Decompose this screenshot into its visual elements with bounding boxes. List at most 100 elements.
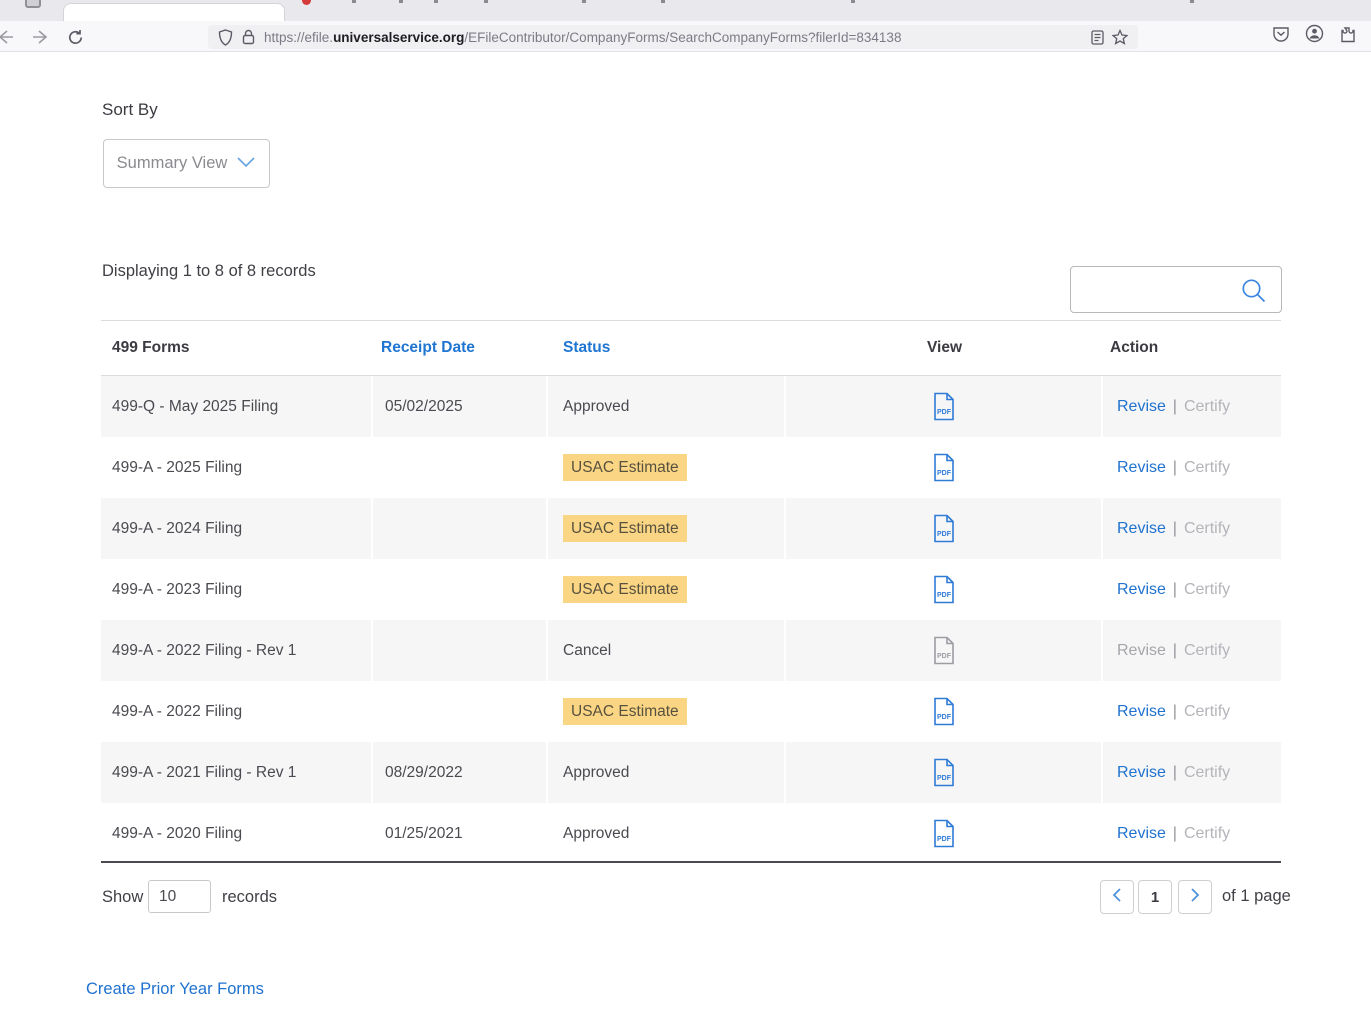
back-icon[interactable] xyxy=(0,24,18,50)
svg-text:PDF: PDF xyxy=(937,470,952,477)
view-cell: PDF xyxy=(786,559,1103,620)
table-row: 499-A - 2025 Filing USAC Estimate PDF Re… xyxy=(101,437,1281,498)
action-cell: Revise | Certify xyxy=(1103,498,1281,559)
toolbar-right-icons xyxy=(1272,24,1357,48)
table-row: 499-A - 2022 Filing - Rev 1 Cancel PDF R… xyxy=(101,620,1281,681)
pdf-icon[interactable]: PDF xyxy=(932,819,956,848)
tab-title-fragment xyxy=(434,0,438,3)
create-prior-year-forms-link[interactable]: Create Prior Year Forms xyxy=(86,980,264,999)
previous-page-button[interactable] xyxy=(1100,880,1134,914)
records-summary: Displaying 1 to 8 of 8 records xyxy=(102,262,316,281)
revise-link[interactable]: Revise xyxy=(1117,703,1166,721)
status-value: Cancel xyxy=(563,641,611,661)
account-icon[interactable] xyxy=(1305,24,1324,48)
window-control-icon[interactable] xyxy=(25,0,41,8)
url-bar[interactable]: https://efile.universalservice.org/EFile… xyxy=(208,25,1138,49)
status-cell: Approved xyxy=(548,803,786,864)
search-input[interactable] xyxy=(1079,271,1239,308)
column-header-action: Action xyxy=(1103,321,1281,375)
tab-strip xyxy=(0,0,1371,21)
action-separator: | xyxy=(1173,764,1177,782)
show-label: Show xyxy=(102,888,143,907)
sort-view-dropdown[interactable]: Summary View xyxy=(103,139,270,188)
pdf-icon[interactable]: PDF xyxy=(932,697,956,726)
svg-text:PDF: PDF xyxy=(937,653,952,660)
revise-link[interactable]: Revise xyxy=(1117,764,1166,782)
revise-link[interactable]: Revise xyxy=(1117,825,1166,843)
status-value: Approved xyxy=(563,824,629,844)
revise-link[interactable]: Revise xyxy=(1117,581,1166,599)
forward-icon[interactable] xyxy=(28,24,54,50)
reader-mode-icon[interactable] xyxy=(1091,30,1104,45)
table-search xyxy=(1070,266,1282,313)
certify-link[interactable]: Certify xyxy=(1184,825,1230,843)
form-name: 499-A - 2025 Filing xyxy=(101,437,373,498)
action-cell: Revise | Certify xyxy=(1103,376,1281,437)
sort-selected-value: Summary View xyxy=(117,154,228,173)
form-name: 499-A - 2023 Filing xyxy=(101,559,373,620)
receipt-date xyxy=(373,437,548,498)
revise-link[interactable]: Revise xyxy=(1117,398,1166,416)
status-cell: Cancel xyxy=(548,620,786,681)
action-separator: | xyxy=(1173,581,1177,599)
table-row: 499-A - 2023 Filing USAC Estimate PDF Re… xyxy=(101,559,1281,620)
search-icon[interactable] xyxy=(1240,277,1267,309)
pdf-icon[interactable]: PDF xyxy=(932,636,956,665)
certify-link[interactable]: Certify xyxy=(1184,703,1230,721)
revise-link[interactable]: Revise xyxy=(1117,642,1166,660)
certify-link[interactable]: Certify xyxy=(1184,764,1230,782)
browser-toolbar: https://efile.universalservice.org/EFile… xyxy=(0,21,1371,52)
tab-title-fragment xyxy=(582,0,586,3)
svg-text:PDF: PDF xyxy=(937,714,952,721)
certify-link[interactable]: Certify xyxy=(1184,459,1230,477)
pdf-icon[interactable]: PDF xyxy=(932,758,956,787)
certify-link[interactable]: Certify xyxy=(1184,520,1230,538)
view-cell: PDF xyxy=(786,437,1103,498)
current-page-number: 1 xyxy=(1151,889,1159,906)
status-cell: Approved xyxy=(548,376,786,437)
lock-icon[interactable] xyxy=(242,29,255,45)
receipt-date: 08/29/2022 xyxy=(373,742,548,803)
svg-text:PDF: PDF xyxy=(937,409,952,416)
certify-link[interactable]: Certify xyxy=(1184,581,1230,599)
receipt-date: 01/25/2021 xyxy=(373,803,548,864)
revise-link[interactable]: Revise xyxy=(1117,459,1166,477)
svg-text:PDF: PDF xyxy=(937,531,952,538)
view-cell: PDF xyxy=(786,376,1103,437)
action-separator: | xyxy=(1173,825,1177,843)
pdf-icon[interactable]: PDF xyxy=(932,453,956,482)
receipt-date: 05/02/2025 xyxy=(373,376,548,437)
view-cell: PDF xyxy=(786,803,1103,864)
active-tab[interactable] xyxy=(63,3,285,21)
column-header-status[interactable]: Status xyxy=(548,321,786,375)
bookmark-star-icon[interactable] xyxy=(1112,29,1128,45)
form-name: 499-A - 2024 Filing xyxy=(101,498,373,559)
status-value: USAC Estimate xyxy=(563,698,687,726)
view-cell: PDF xyxy=(786,620,1103,681)
pdf-icon[interactable]: PDF xyxy=(932,514,956,543)
status-cell: USAC Estimate xyxy=(548,681,786,742)
reload-icon[interactable] xyxy=(62,24,88,50)
action-separator: | xyxy=(1173,398,1177,416)
pocket-icon[interactable] xyxy=(1272,25,1290,48)
page-size-input[interactable] xyxy=(148,880,211,913)
sort-by-label: Sort By xyxy=(102,100,158,120)
pdf-icon[interactable]: PDF xyxy=(932,575,956,604)
pdf-icon[interactable]: PDF xyxy=(932,392,956,421)
certify-link[interactable]: Certify xyxy=(1184,398,1230,416)
revise-link[interactable]: Revise xyxy=(1117,520,1166,538)
tab-title-fragment xyxy=(1190,0,1194,3)
browser-window: https://efile.universalservice.org/EFile… xyxy=(0,0,1371,1034)
next-page-button[interactable] xyxy=(1178,880,1212,914)
form-name: 499-A - 2020 Filing xyxy=(101,803,373,864)
table-body: 499-Q - May 2025 Filing 05/02/2025 Appro… xyxy=(101,376,1281,864)
page-content: Sort By Summary View Displaying 1 to 8 o… xyxy=(0,52,1371,1034)
svg-text:PDF: PDF xyxy=(937,592,952,599)
column-header-receipt-date[interactable]: Receipt Date xyxy=(373,321,548,375)
tab-title-fragment xyxy=(352,0,356,3)
view-cell: PDF xyxy=(786,498,1103,559)
certify-link[interactable]: Certify xyxy=(1184,642,1230,660)
extensions-puzzle-icon[interactable] xyxy=(1339,25,1357,48)
status-value: USAC Estimate xyxy=(563,515,687,543)
shield-icon[interactable] xyxy=(218,29,233,46)
